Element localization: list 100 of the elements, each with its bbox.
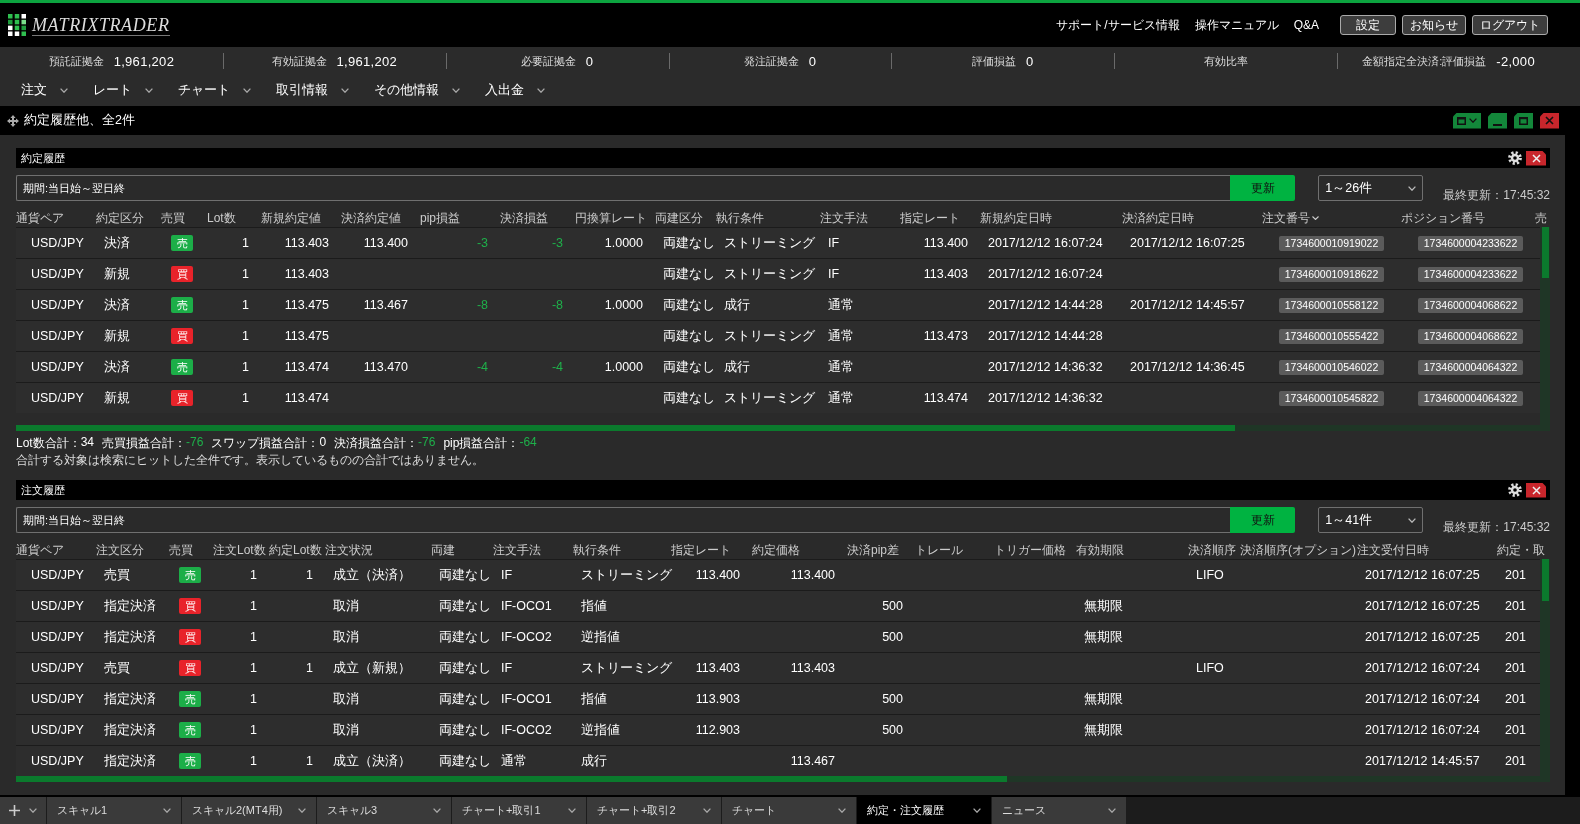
menu-item[interactable]: 注文 — [21, 78, 68, 103]
column-header[interactable]: 決済損益 — [500, 209, 575, 227]
vertical-scrollbar[interactable] — [1540, 559, 1550, 782]
column-header[interactable]: 決済pip差 — [847, 541, 915, 559]
update-button[interactable]: 更新 — [1230, 175, 1296, 201]
menu-item[interactable]: チャート — [178, 78, 251, 103]
column-header[interactable]: 注文手法 — [493, 541, 573, 559]
column-header[interactable]: 売 — [1535, 209, 1550, 227]
tab[interactable]: チャート+取引1 — [452, 797, 586, 824]
column-header[interactable]: 両建区分 — [655, 209, 716, 227]
tab[interactable]: 約定・注文履歴 — [857, 797, 991, 824]
number-tag[interactable]: 1734600004233622 — [1418, 266, 1523, 282]
menu-item[interactable]: 取引情報 — [276, 78, 349, 103]
close-button[interactable] — [1526, 150, 1546, 166]
column-header[interactable]: 通貨ペア — [16, 541, 96, 559]
column-header[interactable]: ポジション番号 — [1401, 209, 1535, 227]
column-header[interactable]: 両建 — [431, 541, 493, 559]
column-header[interactable]: トリガー価格 — [994, 541, 1076, 559]
number-tag[interactable]: 1734600004064322 — [1418, 390, 1523, 406]
column-header[interactable]: 注文受付日時 — [1357, 541, 1497, 559]
close-button[interactable] — [1526, 482, 1546, 498]
period-field[interactable]: 期間:当日始～翌日終 — [16, 175, 1231, 201]
column-header[interactable]: 約定・取 — [1497, 541, 1550, 559]
maximize-button[interactable] — [1514, 112, 1533, 129]
column-header[interactable]: 指定レート — [671, 541, 752, 559]
number-tag[interactable]: 1734600010545822 — [1279, 390, 1384, 406]
header-link[interactable]: Q&A — [1293, 18, 1319, 32]
column-header[interactable]: 指定レート — [900, 209, 980, 227]
column-header[interactable]: 注文手法 — [820, 209, 900, 227]
column-header[interactable]: pip損益 — [420, 209, 500, 227]
table-cell-text: USD/JPY — [30, 235, 85, 252]
tab[interactable]: スキャル2(MT4用) — [182, 797, 316, 824]
number-tag[interactable]: 1734600010558122 — [1279, 297, 1384, 313]
horizontal-scrollbar[interactable] — [16, 425, 1540, 431]
horizontal-scrollbar[interactable] — [16, 776, 1540, 782]
tab[interactable]: チャート+取引2 — [587, 797, 721, 824]
move-icon[interactable] — [7, 114, 19, 127]
column-header[interactable]: 約定区分 — [96, 209, 161, 227]
number-tag[interactable]: 1734600004233622 — [1418, 235, 1523, 251]
period-field[interactable]: 期間:当日始～翌日終 — [16, 507, 1231, 533]
number-tag[interactable]: 1734600010555422 — [1279, 328, 1384, 344]
scrollbar-thumb[interactable] — [16, 425, 1236, 431]
column-header[interactable]: 決済約定日時 — [1122, 209, 1262, 227]
add-tab-button[interactable] — [0, 797, 46, 824]
vertical-scrollbar[interactable] — [1540, 227, 1550, 431]
header-link[interactable]: 操作マニュアル — [1194, 16, 1279, 34]
column-header[interactable]: 注文Lot数 — [213, 541, 269, 559]
column-header[interactable]: 有効期限 — [1076, 541, 1188, 559]
settings-icon[interactable] — [1508, 151, 1522, 165]
header-link[interactable]: サポート/サービス情報 — [1056, 16, 1180, 34]
column-header[interactable]: 新規約定日時 — [980, 209, 1122, 227]
column-header[interactable]: 注文区分 — [96, 541, 169, 559]
tab[interactable]: スキャル1 — [47, 797, 181, 824]
column-header[interactable]: 決済順序(オプション) — [1240, 541, 1357, 559]
summary-value: -2,000 — [1496, 53, 1535, 69]
column-header[interactable]: 決済約定値 — [341, 209, 420, 227]
column-header[interactable]: 新規約定値 — [261, 209, 341, 227]
column-header[interactable]: Lot数 — [207, 209, 261, 227]
menu-item[interactable]: 入出金 — [485, 78, 545, 103]
column-header[interactable]: 注文状況 — [325, 541, 431, 559]
range-select[interactable]: 1～41件 — [1318, 507, 1424, 533]
column-header[interactable]: 執行条件 — [573, 541, 671, 559]
column-header[interactable]: 通貨ペア — [16, 209, 96, 227]
panel-title: 約定履歴他、全2件 — [24, 112, 135, 129]
column-header[interactable]: 売買 — [169, 541, 213, 559]
range-select[interactable]: 1～26件 — [1318, 175, 1424, 201]
tab[interactable]: ニュース — [992, 797, 1126, 824]
column-header[interactable]: 決済順序 — [1188, 541, 1240, 559]
tab[interactable]: チャート — [722, 797, 856, 824]
column-header[interactable]: トレール — [915, 541, 994, 559]
table-cell-text: 2017/12/12 16:07:25 — [1129, 235, 1246, 252]
column-header[interactable]: 売買 — [161, 209, 207, 227]
number-tag[interactable]: 1734600004068622 — [1418, 297, 1523, 313]
table-cell-text: 2017/12/12 16:07:25 — [1364, 598, 1481, 615]
column-header[interactable]: 約定Lot数 — [269, 541, 325, 559]
minimize-button[interactable] — [1488, 112, 1507, 129]
menu-item[interactable]: その他情報 — [374, 78, 460, 103]
scrollbar-thumb[interactable] — [1541, 227, 1549, 278]
number-tag[interactable]: 1734600010918622 — [1279, 266, 1384, 282]
table-cell-text: 113.400 — [362, 235, 409, 252]
header-button[interactable]: ログアウト — [1472, 15, 1548, 35]
menu-item[interactable]: レート — [93, 78, 153, 103]
number-tag[interactable]: 1734600004064322 — [1418, 359, 1523, 375]
column-header[interactable]: 執行条件 — [716, 209, 820, 227]
number-tag[interactable]: 1734600010546022 — [1279, 359, 1384, 375]
column-header[interactable]: 円換算レート — [575, 209, 655, 227]
table-cell-text: 1 — [305, 567, 314, 584]
column-header[interactable]: 注文番号 — [1262, 209, 1401, 227]
total-value: -64 — [519, 434, 537, 451]
number-tag[interactable]: 1734600010919022 — [1279, 235, 1384, 251]
layout-button[interactable] — [1453, 112, 1481, 129]
settings-icon[interactable] — [1508, 483, 1522, 497]
tab[interactable]: スキャル3 — [317, 797, 451, 824]
scrollbar-thumb[interactable] — [1541, 559, 1549, 601]
column-header[interactable]: 約定価格 — [752, 541, 847, 559]
scrollbar-thumb[interactable] — [16, 776, 1007, 782]
header-button[interactable]: 設定 — [1340, 15, 1396, 35]
header-button[interactable]: お知らせ — [1402, 15, 1466, 35]
number-tag[interactable]: 1734600004068622 — [1418, 328, 1523, 344]
update-button[interactable]: 更新 — [1230, 507, 1296, 533]
